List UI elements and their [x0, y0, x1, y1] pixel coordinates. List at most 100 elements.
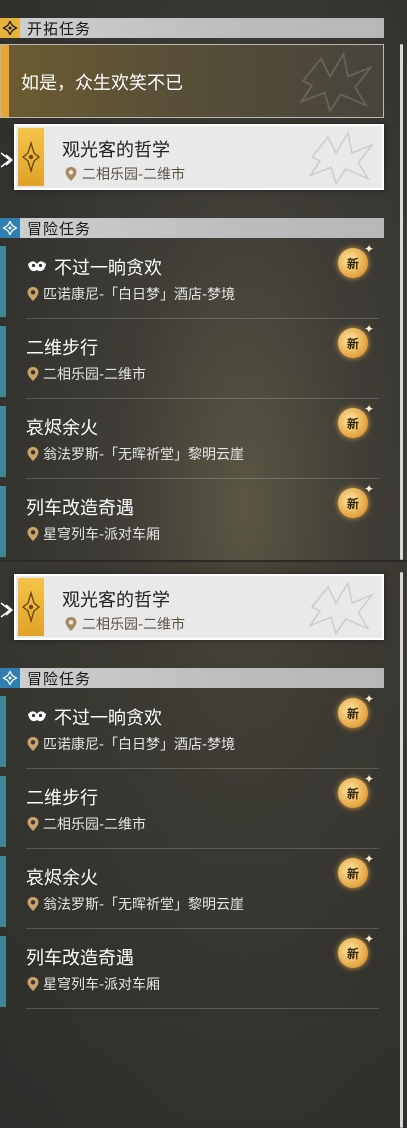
new-badge: 新 ✦ [338, 772, 374, 808]
quest-title-text: 哀烬余火 [26, 868, 98, 889]
selected-quest-card[interactable]: 观光客的哲学 二相乐园-二维市 [14, 124, 384, 190]
sparkle-icon: ✦ [363, 482, 374, 496]
quest-title: 哀烬余火 [26, 864, 98, 890]
quest-strip [0, 486, 6, 557]
quest-title: 二维步行 [26, 784, 98, 810]
new-badge: 新 ✦ [338, 322, 374, 358]
location-pin-icon [26, 446, 40, 462]
location-pin-icon [64, 616, 78, 632]
quest-item[interactable]: 列车改造奇遇 星穹列车-派对车厢 新 ✦ [0, 930, 384, 1010]
mask-icon [26, 708, 48, 726]
sparkle-icon: ✦ [363, 322, 374, 336]
adventure-mission-header: 冒险任务 [0, 668, 384, 688]
quest-location: 二相乐园-二维市 [26, 364, 146, 384]
trailblaze-mission-header: 开拓任务 [0, 18, 384, 38]
trailblaze-quest-card[interactable]: 如是，众生欢笑不已 [0, 44, 384, 118]
quest-emblem-decoration [296, 578, 376, 636]
sparkle-icon: ✦ [363, 242, 374, 256]
divider [26, 768, 379, 769]
new-badge: 新 ✦ [338, 482, 374, 518]
quest-item[interactable]: 二维步行 二相乐园-二维市 新 ✦ [0, 770, 384, 850]
sparkle-icon: ✦ [363, 932, 374, 946]
location-pin-icon [26, 976, 40, 992]
divider [26, 318, 379, 319]
adventure-header-label: 冒险任务 [27, 669, 92, 688]
trailblaze-header-label: 开拓任务 [27, 19, 92, 38]
sparkle-icon: ✦ [363, 772, 374, 786]
quest-item[interactable]: 不过一晌贪欢 匹诺康尼-「白日梦」酒店-梦境 新 ✦ [0, 240, 384, 320]
sparkle-icon: ✦ [363, 402, 374, 416]
location-text: 星穹列车-派对车厢 [43, 527, 161, 543]
quest-strip [0, 936, 6, 1007]
quest-emblem-decoration [296, 128, 376, 186]
location-pin-icon [26, 366, 40, 382]
new-badge: 新 ✦ [338, 852, 374, 888]
quest-location: 星穹列车-派对车厢 [26, 974, 160, 994]
quest-strip [0, 246, 6, 317]
location-text: 二相乐园-二维市 [43, 817, 147, 833]
new-badge: 新 ✦ [338, 692, 374, 728]
location-pin-icon [26, 896, 40, 912]
divider [26, 848, 379, 849]
location-pin-icon [26, 286, 40, 302]
location-text: 匹诺康尼-「白日梦」酒店-梦境 [43, 737, 236, 753]
quest-accent-bar [1, 45, 9, 117]
selected-quest-location: 二相乐园-二维市 [64, 614, 185, 634]
location-text: 翁法罗斯-「无晖祈堂」黎明云崖 [43, 447, 245, 463]
new-badge: 新 ✦ [338, 402, 374, 438]
quest-strip [0, 406, 6, 477]
quest-strip [0, 326, 6, 397]
location-text: 翁法罗斯-「无晖祈堂」黎明云崖 [43, 897, 245, 913]
quest-title-text: 列车改造奇遇 [26, 498, 134, 519]
quest-location: 翁法罗斯-「无晖祈堂」黎明云崖 [26, 444, 244, 464]
quest-location: 匹诺康尼-「白日梦」酒店-梦境 [26, 284, 235, 304]
quest-type-badge [18, 128, 44, 186]
quest-title: 不过一晌贪欢 [26, 254, 162, 280]
divider [26, 398, 379, 399]
quest-item[interactable]: 哀烬余火 翁法罗斯-「无晖祈堂」黎明云崖 新 ✦ [0, 400, 384, 480]
quest-strip [0, 856, 6, 927]
quest-strip [0, 696, 6, 767]
adventure-diamond-icon [0, 668, 20, 688]
scrollbar[interactable] [400, 572, 403, 1128]
quest-strip [0, 776, 6, 847]
trailblaze-emblem-decoration [285, 49, 375, 113]
quest-location: 二相乐园-二维市 [26, 814, 146, 834]
quest-title-text: 二维步行 [26, 338, 98, 359]
quest-title-text: 不过一晌贪欢 [54, 258, 162, 279]
selected-quest-card[interactable]: 观光客的哲学 二相乐园-二维市 [14, 574, 384, 640]
quest-title: 哀烬余火 [26, 414, 98, 440]
location-text: 二相乐园-二维市 [43, 367, 147, 383]
mask-icon [26, 258, 48, 276]
new-badge-label: 新 [346, 336, 359, 351]
adventure-diamond-icon [0, 218, 20, 238]
quest-item[interactable]: 二维步行 二相乐园-二维市 新 ✦ [0, 320, 384, 400]
badge-emblem-icon [21, 137, 41, 177]
quest-location: 星穹列车-派对车厢 [26, 524, 160, 544]
selected-quest-title: 观光客的哲学 [62, 140, 170, 161]
quest-location: 翁法罗斯-「无晖祈堂」黎明云崖 [26, 894, 244, 914]
quest-panel-bottom: 观光客的哲学 二相乐园-二维市 冒险任务 不过一晌贪欢 匹诺康尼-「白日梦」酒店… [0, 562, 407, 1128]
new-badge-label: 新 [346, 496, 359, 511]
quest-title: 列车改造奇遇 [26, 494, 134, 520]
location-text: 二相乐园-二维市 [82, 167, 186, 183]
sparkle-icon: ✦ [363, 692, 374, 706]
location-text: 星穹列车-派对车厢 [43, 977, 161, 993]
quest-item[interactable]: 列车改造奇遇 星穹列车-派对车厢 新 ✦ [0, 480, 384, 560]
new-badge-label: 新 [346, 706, 359, 721]
divider [26, 1008, 379, 1009]
quest-item[interactable]: 哀烬余火 翁法罗斯-「无晖祈堂」黎明云崖 新 ✦ [0, 850, 384, 930]
new-badge: 新 ✦ [338, 242, 374, 278]
divider [26, 928, 379, 929]
new-badge-label: 新 [346, 256, 359, 271]
location-pin-icon [64, 166, 78, 182]
adventure-mission-header: 冒险任务 [0, 218, 384, 238]
trailblaze-diamond-icon [0, 18, 20, 38]
location-text: 匹诺康尼-「白日梦」酒店-梦境 [43, 287, 236, 303]
quest-title: 不过一晌贪欢 [26, 704, 162, 730]
quest-title: 列车改造奇遇 [26, 944, 134, 970]
quest-title-text: 哀烬余火 [26, 418, 98, 439]
location-pin-icon [26, 816, 40, 832]
scrollbar[interactable] [400, 44, 403, 560]
quest-item[interactable]: 不过一晌贪欢 匹诺康尼-「白日梦」酒店-梦境 新 ✦ [0, 690, 384, 770]
